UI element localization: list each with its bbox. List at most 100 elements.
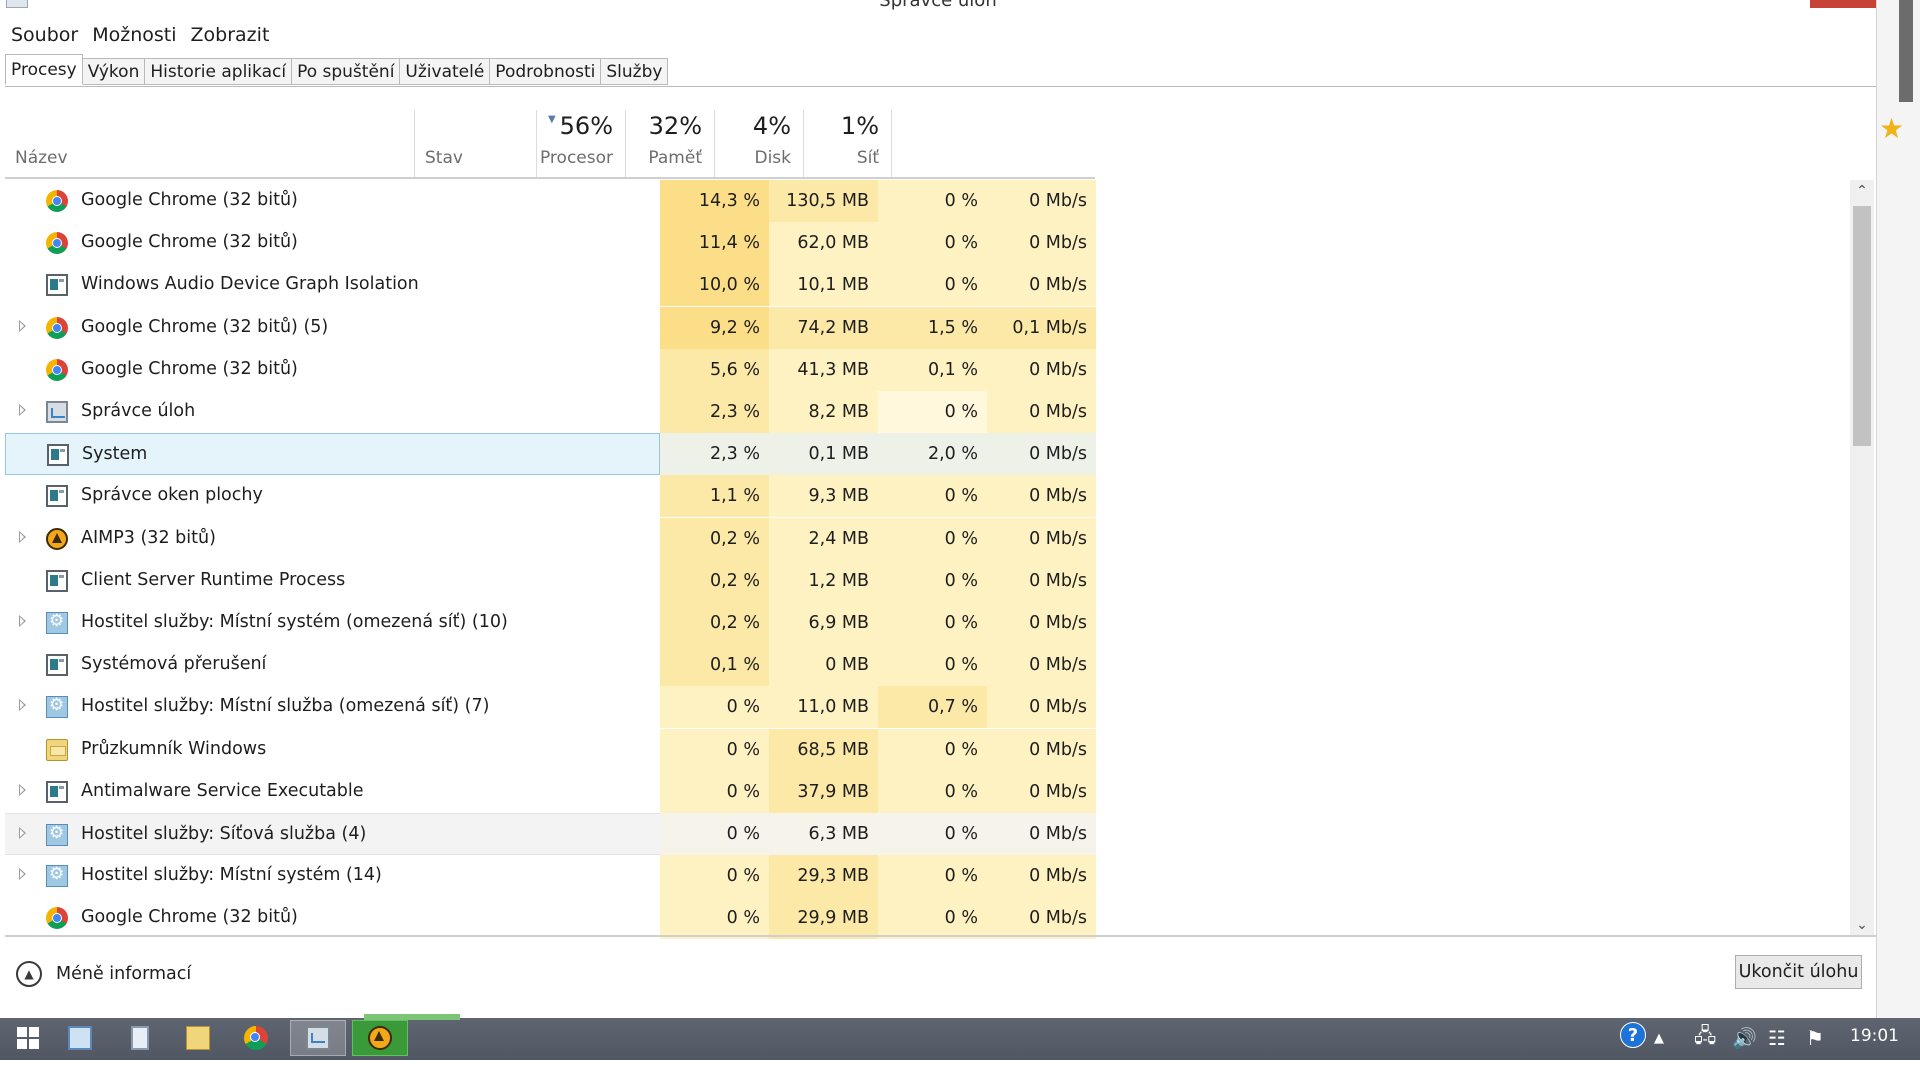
start-button[interactable] <box>0 1020 56 1056</box>
process-name-cell[interactable]: Správce oken plochy <box>5 475 660 517</box>
task-manager-icon <box>46 401 68 423</box>
scroll-down-icon[interactable]: ⌄ <box>1850 914 1874 936</box>
tab-processes[interactable]: Procesy <box>5 54 83 85</box>
network-cell: 0 Mb/s <box>987 560 1096 602</box>
network-total: 1% <box>840 112 879 140</box>
process-row[interactable]: Hostitel služby: Síťová služba (4) 0 %6,3… <box>5 813 1096 855</box>
process-name-cell[interactable]: Správce úloh <box>5 391 660 433</box>
tab-users[interactable]: Uživatelé <box>400 58 491 85</box>
column-name[interactable]: Název <box>5 110 414 178</box>
taskbar-file-explorer[interactable] <box>170 1020 226 1056</box>
flag-icon[interactable]: ⚑ <box>1806 1022 1824 1054</box>
process-row[interactable]: Google Chrome (32 bitů) 5,6 % 41,3 MB 0,1 %… <box>5 349 1096 391</box>
sort-descending-icon: ▼ <box>548 114 556 125</box>
disk-cell: 0 % <box>878 602 987 644</box>
process-row[interactable]: Google Chrome (32 bitů) (5) 9,2 % 74,2 MB 1… <box>5 307 1096 349</box>
disk-cell: 0 % <box>878 180 987 222</box>
scroll-up-icon[interactable]: ⌃ <box>1850 180 1874 202</box>
process-name-cell[interactable]: System <box>5 433 660 475</box>
process-row[interactable]: Google Chrome (32 bitů) 11,4 % 62,0 MB 0 % 0… <box>5 222 1096 264</box>
help-icon[interactable]: ? <box>1620 1022 1646 1048</box>
disk-cell: 1,5 % <box>878 307 987 349</box>
window-app-icon <box>46 485 68 507</box>
process-row[interactable]: Client Server Runtime Process 0,2 % 1,2 MB… <box>5 560 1096 602</box>
process-row[interactable]: AIMP3 (32 bitů) 0,2 % 2,4 MB 0 % 0 Mb/s <box>5 518 1096 560</box>
clock[interactable]: 19:01 <box>1850 1026 1899 1046</box>
collapse-chevron-icon: ▲ <box>16 961 42 987</box>
expand-chevron-icon[interactable] <box>19 320 26 332</box>
memory-cell: 68,5 MB <box>769 729 878 771</box>
column-status[interactable]: Stav <box>414 110 536 178</box>
process-name-cell[interactable]: Google Chrome (32 bitů) <box>5 349 660 391</box>
tray-chevron-icon[interactable]: ▲ <box>1654 1022 1664 1054</box>
process-row[interactable]: Správce oken plochy 1,1 % 9,3 MB 0 % 0 Mb/s <box>5 475 1096 517</box>
volume-icon[interactable]: 🔊 <box>1732 1022 1757 1054</box>
column-memory[interactable]: 32% Paměť <box>625 110 714 178</box>
menu-view[interactable]: Zobrazit <box>184 22 277 50</box>
title-bar[interactable]: Správce úloh <box>0 0 1876 10</box>
column-network[interactable]: 1% Síť <box>803 110 892 178</box>
tab-services[interactable]: Služby <box>601 58 669 85</box>
taskbar-calculator[interactable] <box>112 1020 168 1056</box>
process-row[interactable]: Google Chrome (32 bitů) 0 % 29,9 MB 0 % 0 Mb… <box>5 897 1096 939</box>
expand-chevron-icon[interactable] <box>19 827 26 839</box>
process-row[interactable]: Systémová přerušení 0,1 % 0 MB 0 % 0 Mb/s <box>5 644 1096 686</box>
expand-chevron-icon[interactable] <box>19 784 26 796</box>
taskbar-chrome[interactable] <box>228 1020 284 1056</box>
column-disk[interactable]: 4% Disk <box>714 110 803 178</box>
process-name-cell[interactable]: Hostitel služby: Místní služba (omezená … <box>5 686 660 728</box>
process-row[interactable]: System 2,3 % 0,1 MB 2,0 % 0 Mb/s <box>5 433 1096 475</box>
process-name-cell[interactable]: Hostitel služby: Místní systém (omezená … <box>5 602 660 644</box>
process-row[interactable]: Google Chrome (32 bitů) 14,3 % 130,5 MB 0 %… <box>5 180 1096 222</box>
process-name-cell[interactable]: Google Chrome (32 bitů) (5) <box>5 307 660 349</box>
expand-chevron-icon[interactable] <box>19 615 26 627</box>
process-name-cell[interactable]: Google Chrome (32 bitů) <box>5 222 660 264</box>
usb-icon[interactable]: ☷ <box>1768 1022 1786 1054</box>
taskbar-photo-app[interactable] <box>52 1020 108 1056</box>
process-row[interactable]: Hostitel služby: Místní systém (omezená … <box>5 602 1096 644</box>
column-cpu[interactable]: ▼ 56% Procesor <box>536 110 625 178</box>
expand-chevron-icon[interactable] <box>19 699 26 711</box>
tab-performance[interactable]: Výkon <box>82 58 146 85</box>
fewer-details-button[interactable]: ▲ Méně informací <box>16 958 191 990</box>
end-task-button[interactable]: Ukončit úlohu <box>1735 955 1862 989</box>
aimp-icon <box>46 528 68 550</box>
chrome-icon <box>46 232 68 254</box>
expand-chevron-icon[interactable] <box>19 531 26 543</box>
network-icon[interactable]: 🖧 <box>1694 1022 1716 1054</box>
process-row[interactable]: Antimalware Service Executable 0 % 37,9 MB… <box>5 771 1096 813</box>
taskbar-aimp[interactable] <box>352 1020 408 1056</box>
process-row[interactable]: Správce úloh 2,3 % 8,2 MB 0 % 0 Mb/s <box>5 391 1096 433</box>
expand-chevron-icon[interactable] <box>19 404 26 416</box>
scroll-thumb[interactable] <box>1853 206 1871 446</box>
process-row[interactable]: Hostitel služby: Místní systém (14) 0 %29… <box>5 855 1096 897</box>
network-cell: 0 Mb/s <box>987 855 1096 897</box>
taskbar-task-manager[interactable] <box>290 1020 346 1056</box>
process-name-cell[interactable]: Hostitel služby: Místní systém (14) <box>5 855 660 897</box>
menu-file[interactable]: Soubor <box>4 22 85 50</box>
tab-startup[interactable]: Po spuštění <box>292 58 401 85</box>
process-name-cell[interactable]: Antimalware Service Executable <box>5 771 660 813</box>
vertical-scrollbar[interactable]: ⌃ ⌄ <box>1850 180 1874 936</box>
close-button[interactable] <box>1810 0 1876 8</box>
process-row[interactable]: Průzkumník Windows 0 % 68,5 MB 0 % 0 Mb/s <box>5 729 1096 771</box>
background-scrollbar <box>1899 0 1913 102</box>
expand-chevron-icon[interactable] <box>19 868 26 880</box>
process-name-cell[interactable]: AIMP3 (32 bitů) <box>5 518 660 560</box>
process-name-cell[interactable]: Průzkumník Windows <box>5 729 660 771</box>
process-name-cell[interactable]: Client Server Runtime Process <box>5 560 660 602</box>
tab-app-history[interactable]: Historie aplikací <box>145 58 293 85</box>
chrome-icon <box>46 317 68 339</box>
process-name-cell[interactable]: Google Chrome (32 bitů) <box>5 897 660 939</box>
menu-options[interactable]: Možnosti <box>85 22 183 50</box>
cpu-cell: 0 % <box>660 771 769 813</box>
process-row[interactable]: Hostitel služby: Místní služba (omezená … <box>5 686 1096 728</box>
process-name-cell[interactable]: Systémová přerušení <box>5 644 660 686</box>
favorite-star-icon[interactable]: ★ <box>1879 112 1904 145</box>
process-name-cell[interactable]: Hostitel služby: Síťová služba (4) <box>5 813 660 855</box>
process-name-cell[interactable]: Google Chrome (32 bitů) <box>5 180 660 222</box>
process-row[interactable]: Windows Audio Device Graph Isolation 10,0… <box>5 264 1096 306</box>
process-name-cell[interactable]: Windows Audio Device Graph Isolation <box>5 264 660 306</box>
tab-details[interactable]: Podrobnosti <box>490 58 602 85</box>
process-name: Google Chrome (32 bitů) <box>81 232 298 252</box>
